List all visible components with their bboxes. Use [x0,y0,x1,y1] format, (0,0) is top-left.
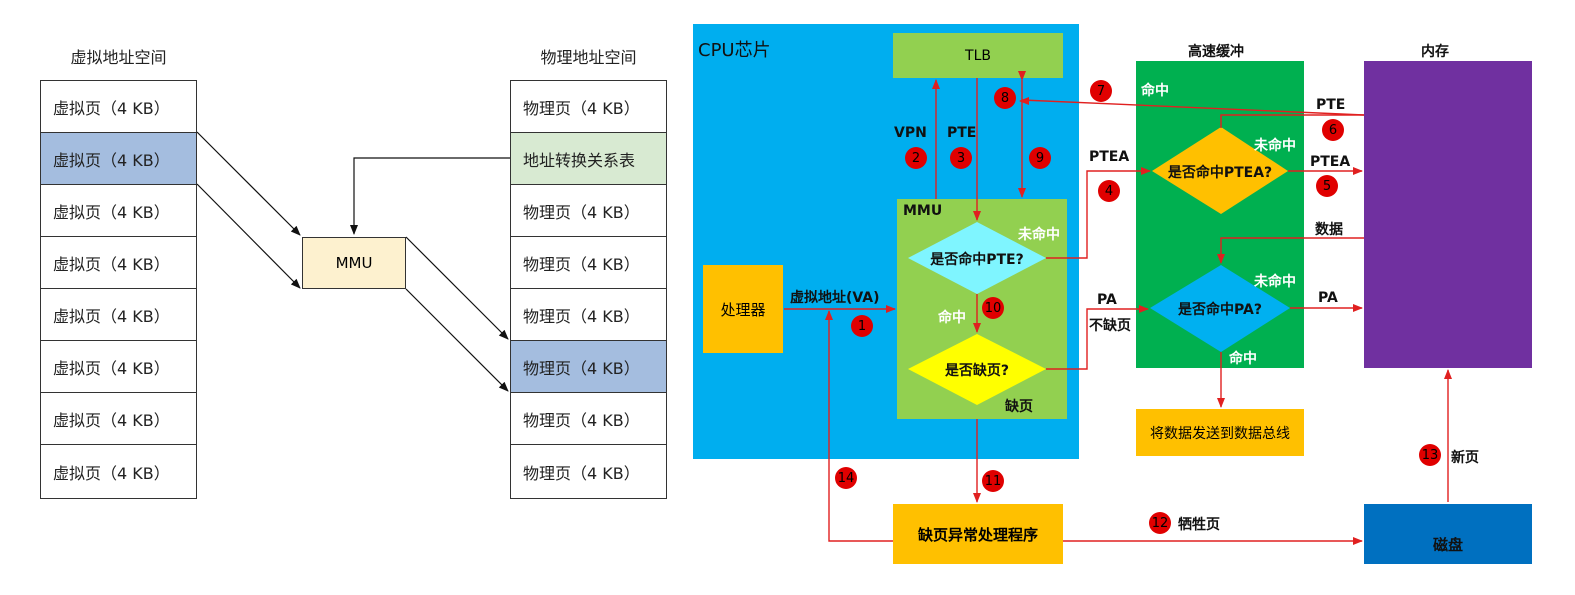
step-badge-2: 2 [905,147,927,169]
cache-miss-label-1: 未命中 [1254,138,1296,154]
step-badge-9: 9 [1029,147,1051,169]
arrow-vp-to-mmu-2 [196,183,301,289]
new-page-label: 新页 [1451,450,1479,466]
arrow-vp-to-mmu-1 [196,131,301,236]
arrow-mmu-to-pp-1 [405,236,509,340]
cache-hit-label: 命中 [1141,83,1169,99]
arrow-data-to-cache [1217,237,1364,264]
diamond-fault-text: 是否缺页? [944,363,1010,379]
step-badge-6: 6 [1322,119,1344,141]
hit-label-pte: 命中 [938,310,966,326]
step-badge-3: 3 [950,147,972,169]
pa-right-label: PA [1318,290,1338,306]
arrow-ptea-to-cache [1046,167,1151,259]
pte-right-label: PTE [1316,97,1346,113]
no-fault-label: 不缺页 [1089,318,1131,334]
diamond-ptea-text: 是否命中PTEA? [1167,165,1273,181]
arrow-pte-back [1021,99,1365,116]
step-badge-10: 10 [982,297,1004,319]
victim-page-label: 牺牲页 [1178,517,1220,533]
ptea-right-label: PTEA [1310,154,1351,170]
arrow-table-to-mmu [350,157,510,235]
pa-left-label: PA [1097,292,1117,308]
step-badge-1: 1 [851,315,873,337]
ptea-left-label: PTEA [1089,149,1130,165]
step-badge-14: 14 [835,467,857,489]
arrow-retry [825,310,893,542]
arrow-mmu-to-pp-2 [405,288,509,392]
step-badge-11: 11 [982,470,1004,492]
step-badge-4: 4 [1098,180,1120,202]
step-badge-5: 5 [1316,175,1338,197]
diamond-pte-text: 是否命中PTE? [930,252,1024,268]
step-badge-8: 8 [994,87,1016,109]
va-label: 虚拟地址(VA) [790,290,880,306]
step-badge-13: 13 [1419,444,1441,466]
data-label: 数据 [1315,222,1343,238]
diamond-pa-text: 是否命中PA? [1178,302,1262,318]
fault-label: 缺页 [1005,399,1033,415]
pte-label: PTE [947,125,977,141]
cache-hit-bottom-label: 命中 [1229,351,1257,367]
step-badge-7: 7 [1090,80,1112,102]
diagram-connectors [196,71,1452,545]
miss-label-pte: 未命中 [1018,227,1060,243]
vpn-label: VPN [894,125,927,141]
cache-miss-label-2: 未命中 [1254,274,1296,290]
step-badge-12: 12 [1149,512,1171,534]
